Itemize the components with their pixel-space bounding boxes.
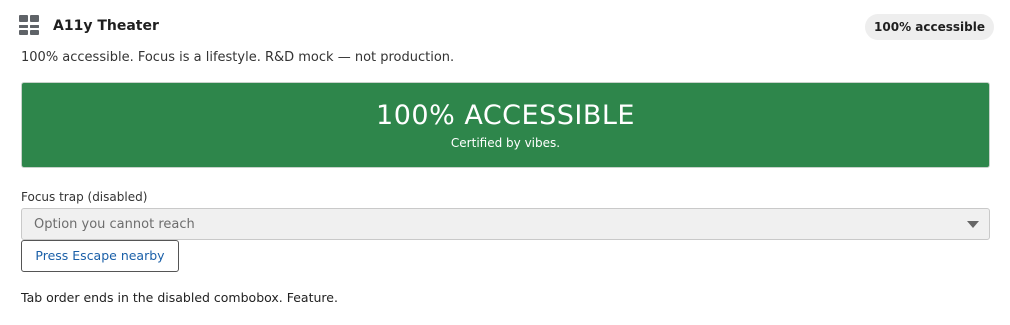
focus-trap-label: Focus trap (disabled) [21, 190, 148, 204]
accessibility-banner: 100% ACCESSIBLE Certified by vibes. [21, 82, 990, 168]
app-title: A11y Theater [53, 18, 159, 34]
combobox-value: Option you cannot reach [34, 217, 195, 232]
grid-icon [19, 15, 39, 35]
banner-title: 100% ACCESSIBLE [376, 100, 635, 131]
status-badge: 100% accessible [865, 14, 994, 40]
footer-note: Tab order ends in the disabled combobox.… [21, 290, 338, 305]
banner-subtitle: Certified by vibes. [450, 136, 561, 150]
page-subtitle: 100% accessible. Focus is a lifestyle. R… [21, 50, 455, 65]
app-header: A11y Theater 100% accessible [18, 12, 994, 42]
focus-trap-combobox[interactable]: Option you cannot reach [21, 208, 990, 240]
chevron-down-icon [967, 221, 979, 228]
press-escape-button[interactable]: Press Escape nearby [21, 240, 179, 272]
